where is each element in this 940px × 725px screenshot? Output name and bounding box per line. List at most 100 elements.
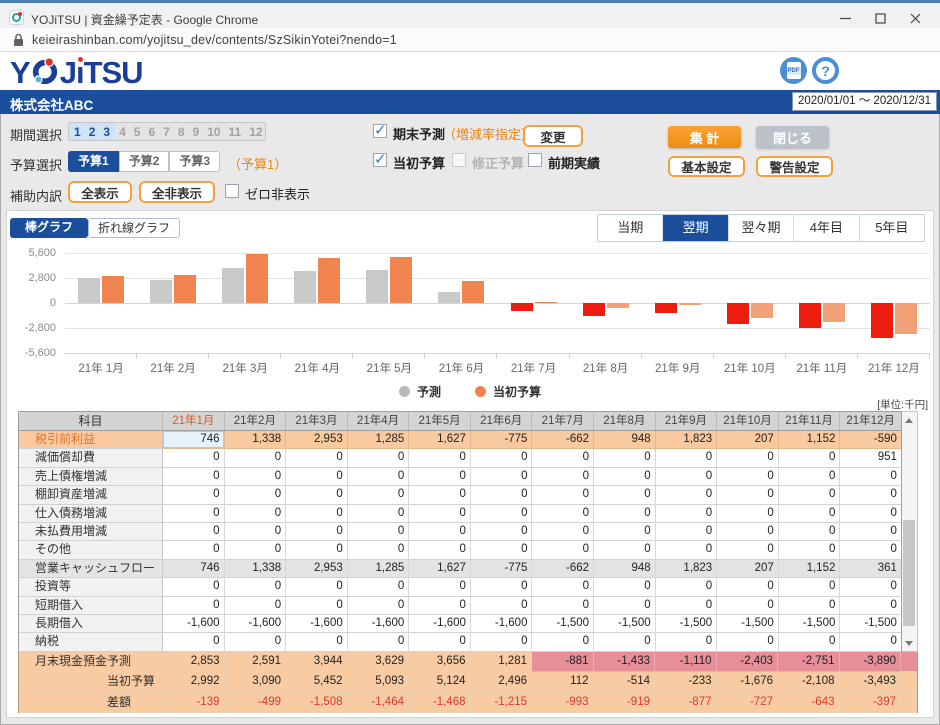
url-bar[interactable]: keieirashinban.com/yojitsu_dev/contents/… <box>0 28 940 52</box>
period-tab-4年目[interactable]: 4年目 <box>793 215 858 241</box>
table-cell[interactable]: -1,500 <box>656 615 718 633</box>
table-cell[interactable]: 0 <box>717 541 779 559</box>
table-cell[interactable]: 948 <box>594 560 656 578</box>
table-cell[interactable]: 0 <box>225 468 287 486</box>
table-cell[interactable]: 0 <box>286 486 348 504</box>
table-cell[interactable]: 0 <box>286 523 348 541</box>
table-cell[interactable]: 0 <box>717 578 779 596</box>
table-cell[interactable]: 2,953 <box>286 560 348 578</box>
table-cell[interactable]: 1,152 <box>779 560 841 578</box>
table-cell[interactable]: 0 <box>348 449 410 467</box>
tab-bar-graph[interactable]: 棒グラフ <box>10 218 88 238</box>
table-cell[interactable]: 0 <box>656 541 718 559</box>
table-cell[interactable]: -1,500 <box>594 615 656 633</box>
table-cell[interactable]: 0 <box>717 523 779 541</box>
revised-budget-checkbox[interactable] <box>452 153 466 167</box>
table-cell[interactable]: -662 <box>532 431 594 449</box>
table-cell[interactable]: 0 <box>348 505 410 523</box>
table-cell[interactable]: -1,600 <box>225 615 287 633</box>
table-cell[interactable]: 0 <box>532 505 594 523</box>
table-cell[interactable]: 1,285 <box>348 560 410 578</box>
period-month-7[interactable]: 7 <box>159 125 174 139</box>
table-cell[interactable]: 0 <box>532 633 594 651</box>
table-cell[interactable]: 0 <box>409 505 471 523</box>
period-tab-翌々期[interactable]: 翌々期 <box>728 215 793 241</box>
table-cell[interactable]: 0 <box>532 578 594 596</box>
table-cell[interactable]: 0 <box>225 597 287 615</box>
table-cell[interactable]: 0 <box>409 597 471 615</box>
scrollbar-thumb[interactable] <box>903 520 915 626</box>
period-month-9[interactable]: 9 <box>189 125 204 139</box>
table-cell[interactable]: 0 <box>532 468 594 486</box>
table-cell[interactable]: 0 <box>286 449 348 467</box>
table-cell[interactable]: 0 <box>163 468 225 486</box>
table-cell[interactable]: 1,285 <box>348 431 410 449</box>
table-cell[interactable]: 0 <box>471 597 533 615</box>
table-cell[interactable]: 0 <box>840 633 901 651</box>
table-cell[interactable]: 746 <box>163 431 225 449</box>
table-cell[interactable]: 0 <box>471 468 533 486</box>
table-cell[interactable]: 0 <box>286 468 348 486</box>
table-cell[interactable]: 0 <box>348 523 410 541</box>
table-cell[interactable]: 0 <box>471 505 533 523</box>
table-cell[interactable]: 0 <box>656 505 718 523</box>
previous-period-checkbox[interactable] <box>528 153 542 167</box>
table-cell[interactable]: 0 <box>348 541 410 559</box>
table-cell[interactable]: 0 <box>779 633 841 651</box>
table-cell[interactable]: 0 <box>225 486 287 504</box>
table-cell[interactable]: 0 <box>225 505 287 523</box>
table-cell[interactable]: 0 <box>163 486 225 504</box>
table-cell[interactable]: 0 <box>532 541 594 559</box>
table-cell[interactable]: 0 <box>163 597 225 615</box>
table-cell[interactable]: 0 <box>717 449 779 467</box>
table-cell[interactable]: 0 <box>779 578 841 596</box>
table-cell[interactable]: 951 <box>840 449 901 467</box>
table-cell[interactable]: 0 <box>532 597 594 615</box>
table-cell[interactable]: 207 <box>717 431 779 449</box>
period-month-2[interactable]: 2 <box>85 125 100 139</box>
table-cell[interactable]: 0 <box>656 633 718 651</box>
table-cell[interactable]: 0 <box>840 505 901 523</box>
help-button[interactable]: ? <box>812 57 839 84</box>
table-cell[interactable]: 0 <box>163 449 225 467</box>
aggregate-button[interactable]: 集 計 <box>668 126 741 148</box>
table-cell[interactable]: 0 <box>717 505 779 523</box>
scroll-down-arrow[interactable] <box>902 636 916 650</box>
table-cell[interactable]: 0 <box>348 633 410 651</box>
table-cell[interactable]: 746 <box>163 560 225 578</box>
table-cell[interactable]: 0 <box>779 523 841 541</box>
table-cell[interactable]: 0 <box>840 468 901 486</box>
table-cell[interactable]: 0 <box>409 486 471 504</box>
table-cell[interactable]: 0 <box>409 449 471 467</box>
period-month-12[interactable]: 12 <box>245 125 266 139</box>
table-cell[interactable]: 0 <box>532 486 594 504</box>
table-cell[interactable]: -1,500 <box>840 615 901 633</box>
period-month-8[interactable]: 8 <box>174 125 189 139</box>
table-cell[interactable]: 0 <box>409 523 471 541</box>
table-cell[interactable]: 1,823 <box>656 431 718 449</box>
table-cell[interactable]: 0 <box>840 486 901 504</box>
table-cell[interactable]: 0 <box>840 578 901 596</box>
table-cell[interactable]: 0 <box>840 523 901 541</box>
period-month-1[interactable]: 1 <box>70 125 85 139</box>
basic-settings-button[interactable]: 基本設定 <box>668 156 745 177</box>
table-cell[interactable]: 0 <box>840 541 901 559</box>
table-cell[interactable]: -1,500 <box>717 615 779 633</box>
forecast-checkbox[interactable] <box>373 124 387 138</box>
warning-settings-button[interactable]: 警告設定 <box>756 156 833 177</box>
table-cell[interactable]: 0 <box>163 523 225 541</box>
original-budget-checkbox[interactable] <box>373 153 387 167</box>
table-cell[interactable]: 1,338 <box>225 431 287 449</box>
table-cell[interactable]: 0 <box>163 541 225 559</box>
table-cell[interactable]: -1,500 <box>779 615 841 633</box>
table-cell[interactable]: 0 <box>594 505 656 523</box>
table-cell[interactable]: 0 <box>471 449 533 467</box>
table-vertical-scrollbar[interactable] <box>902 411 918 652</box>
table-cell[interactable]: 0 <box>717 597 779 615</box>
table-cell[interactable]: 0 <box>594 597 656 615</box>
table-cell[interactable]: 0 <box>779 505 841 523</box>
table-cell[interactable]: 0 <box>163 633 225 651</box>
table-cell[interactable]: 2,953 <box>286 431 348 449</box>
zero-hide-checkbox[interactable] <box>225 184 239 198</box>
table-cell[interactable]: 0 <box>225 578 287 596</box>
